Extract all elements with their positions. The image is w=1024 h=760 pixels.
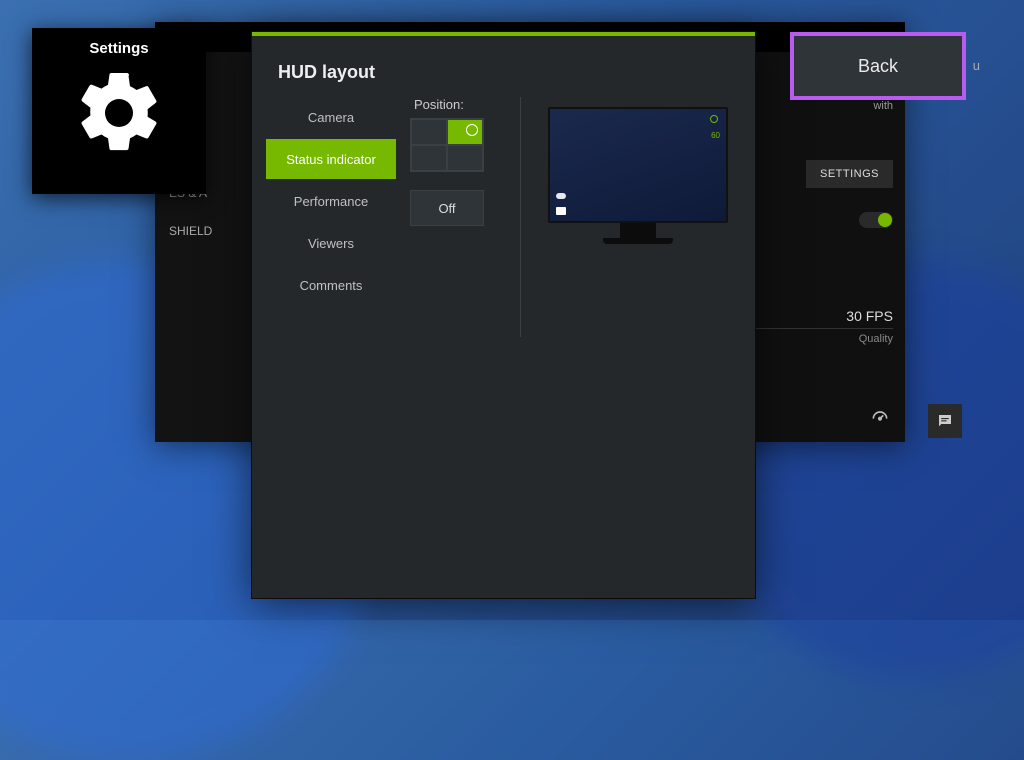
status-indicator-icon [710, 115, 718, 123]
gear-icon [71, 65, 167, 166]
position-bottom-right[interactable] [447, 145, 483, 171]
settings-button[interactable]: SETTINGS [806, 160, 893, 188]
tab-viewers[interactable]: Viewers [266, 223, 396, 263]
position-top-left[interactable] [411, 119, 447, 145]
hud-tab-list: Camera Status indicator Performance View… [266, 97, 396, 337]
right-settings-panel: with SETTINGS 30 FPS Quality [735, 52, 905, 442]
settings-tile-label: Settings [89, 40, 148, 57]
panel-title: HUD layout [252, 36, 755, 97]
settings-tile[interactable]: Settings [32, 28, 206, 194]
separator [520, 97, 521, 337]
back-button[interactable]: Back [794, 36, 962, 96]
toggle-2[interactable] [859, 212, 893, 228]
feedback-icon[interactable] [928, 404, 962, 438]
position-off-button[interactable]: Off [410, 190, 484, 226]
tab-camera[interactable]: Camera [266, 97, 396, 137]
monitor-stand [620, 222, 656, 238]
position-label: Position: [410, 97, 500, 112]
camera-icon [556, 207, 566, 215]
monitor-base [603, 238, 673, 244]
position-column: Position: Off [410, 97, 500, 337]
preview-monitor: 60 [548, 107, 728, 337]
user-prefix: u [973, 58, 980, 73]
position-top-right[interactable] [447, 119, 483, 145]
quality-label: Quality [747, 333, 893, 345]
hud-layout-panel: HUD layout Camera Status indicator Perfo… [252, 32, 755, 598]
position-bottom-left[interactable] [411, 145, 447, 171]
position-grid [410, 118, 484, 172]
tab-performance[interactable]: Performance [266, 181, 396, 221]
gauge-icon [869, 406, 891, 428]
fps-value: 30 FPS [747, 308, 893, 329]
preview-column: 60 [535, 97, 741, 337]
preview-screen: 60 [548, 107, 728, 223]
tab-comments[interactable]: Comments [266, 265, 396, 305]
viewers-icon [556, 193, 566, 199]
fps-overlay-icon: 60 [706, 131, 720, 139]
tab-status-indicator[interactable]: Status indicator [266, 139, 396, 179]
menu-item-shield[interactable]: SHIELD [155, 212, 265, 250]
with-label: with [747, 100, 893, 112]
